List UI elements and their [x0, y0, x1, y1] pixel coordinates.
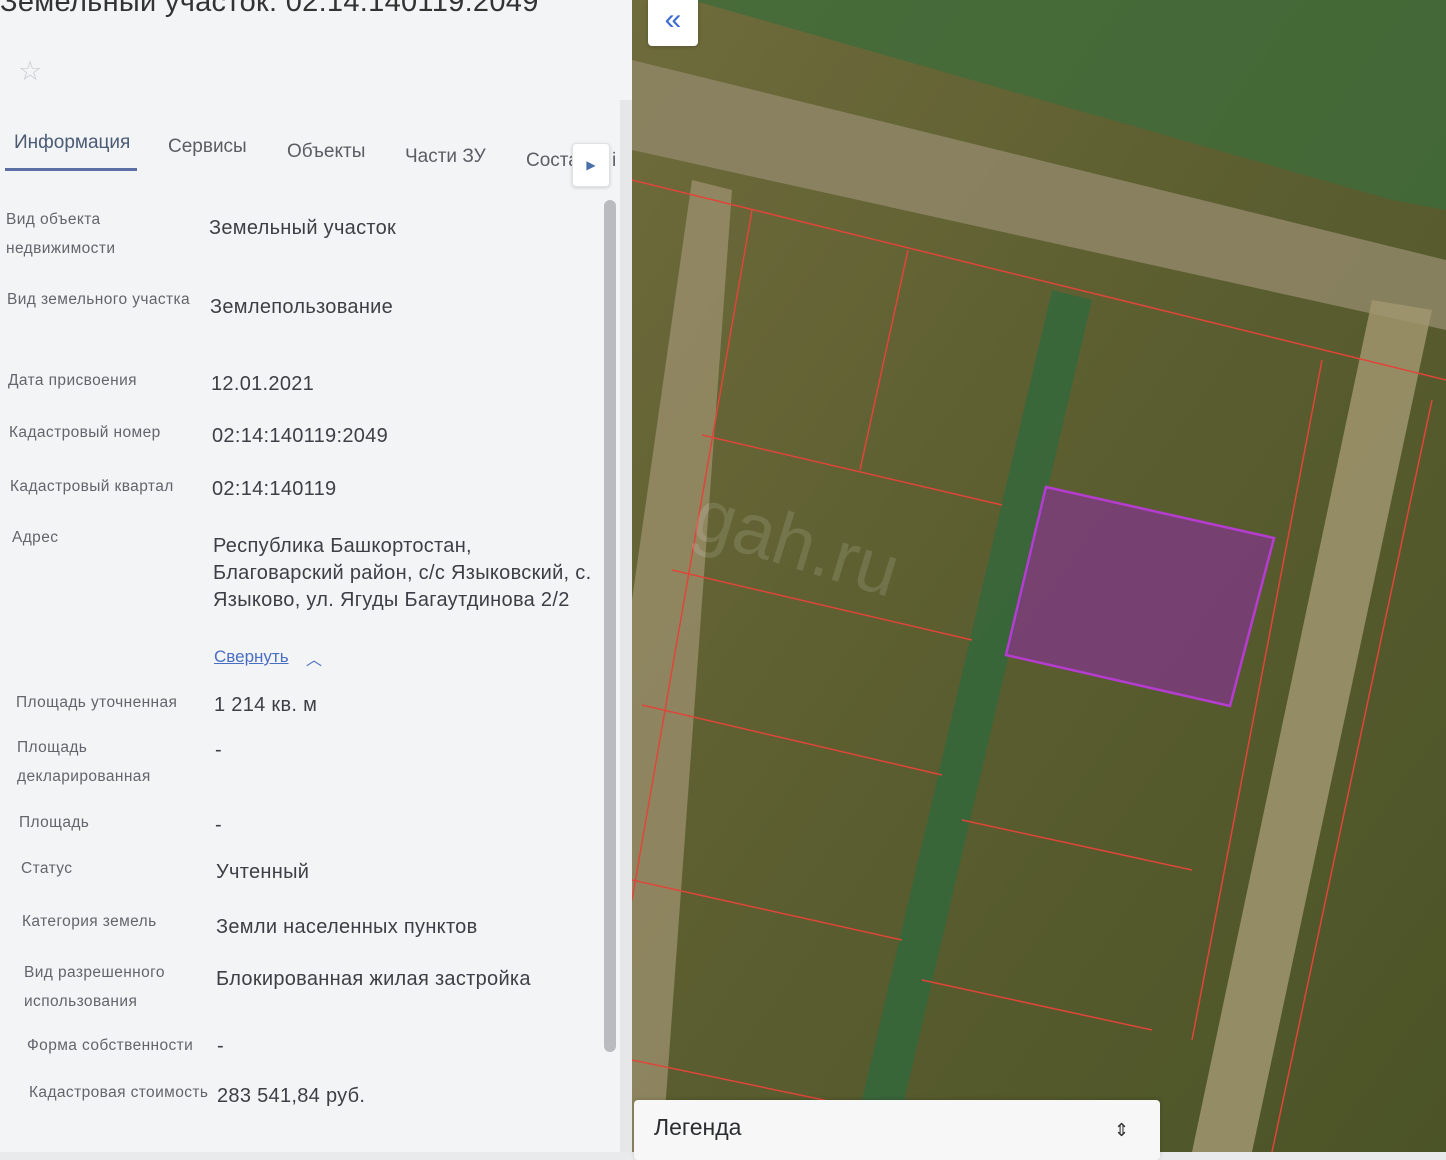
- field-label-cadastral-number: Кадастровый номер: [9, 424, 161, 441]
- tab-bar: Информация Сервисы Объекты Части ЗУ Сост…: [0, 120, 620, 187]
- field-label-cadastral-value: Кадастровая стоимость: [29, 1084, 209, 1101]
- tab-scroll-button[interactable]: ▶: [572, 143, 610, 187]
- field-value-address: Республика Башкортостан, Благоварский ра…: [213, 535, 592, 611]
- field-value-status: Учтенный: [216, 861, 310, 883]
- scrollbar-thumb[interactable]: [604, 200, 616, 1052]
- page-title: Земельный участок: 02:14:140119:2049: [0, 0, 539, 18]
- expand-collapse-icon[interactable]: ⇕: [1114, 1120, 1129, 1141]
- field-value-area: -: [215, 814, 222, 836]
- field-label-address: Адрес: [12, 529, 59, 546]
- field-label-status: Статус: [21, 860, 73, 877]
- chevron-right-icon: ▶: [586, 158, 596, 172]
- field-value-assign-date: 12.01.2021: [211, 373, 315, 395]
- field-value-area-specified: 1 214 кв. м: [214, 694, 318, 716]
- double-chevron-left-icon: «: [664, 3, 682, 36]
- field-label-area: Площадь: [19, 814, 90, 831]
- field-label-object-type: Вид объекта недвижимости: [6, 211, 116, 257]
- field-value-object-type: Земельный участок: [209, 217, 397, 239]
- field-label-area-specified: Площадь уточненная: [16, 694, 178, 711]
- tab-overflow-text: і: [612, 150, 617, 171]
- tab-objects[interactable]: Объекты: [287, 141, 365, 163]
- active-tab-indicator: [5, 168, 137, 171]
- field-label-ownership-form: Форма собственности: [27, 1037, 194, 1054]
- legend-panel[interactable]: Легенда ⇕: [634, 1100, 1160, 1160]
- tab-information[interactable]: Информация: [14, 132, 130, 154]
- map-view[interactable]: [632, 0, 1446, 1152]
- field-value-permitted-use: Блокированная жилая застройка: [216, 968, 531, 990]
- chevron-up-icon[interactable]: ︿: [306, 646, 322, 670]
- tab-composition[interactable]: Соста: [526, 150, 579, 172]
- field-value-cadastral-number: 02:14:140119:2049: [212, 425, 389, 447]
- field-label-cadastral-block: Кадастровый квартал: [10, 478, 174, 495]
- field-value-land-category: Земли населенных пунктов: [216, 916, 478, 938]
- tab-parts[interactable]: Части ЗУ: [405, 146, 486, 168]
- collapse-panel-button[interactable]: «: [648, 0, 698, 46]
- field-value-cadastral-block[interactable]: 02:14:140119: [212, 476, 336, 503]
- star-icon[interactable]: ☆: [18, 58, 42, 85]
- field-value-ownership-form: -: [217, 1035, 224, 1057]
- field-label-land-category: Категория земель: [22, 913, 157, 930]
- scrollbar-track[interactable]: [620, 100, 632, 1152]
- satellite-map[interactable]: [632, 0, 1446, 1152]
- field-value-area-declared: -: [215, 739, 222, 761]
- legend-title: Легенда: [654, 1114, 742, 1140]
- field-label-permitted-use: Вид разрешенного использования: [24, 964, 165, 1010]
- field-label-area-declared: Площадь декларированная: [17, 739, 151, 785]
- collapse-address-link[interactable]: Свернуть: [214, 647, 289, 667]
- field-value-land-type: Землепользование: [210, 296, 394, 318]
- tab-services[interactable]: Сервисы: [168, 136, 247, 158]
- field-label-land-type: Вид земельного участка: [7, 291, 191, 308]
- field-label-assign-date: Дата присвоения: [8, 372, 137, 389]
- field-value-cadastral-value: 283 541,84 руб.: [217, 1085, 366, 1107]
- info-panel: Земельный участок: 02:14:140119:2049 ☆ И…: [0, 0, 632, 1152]
